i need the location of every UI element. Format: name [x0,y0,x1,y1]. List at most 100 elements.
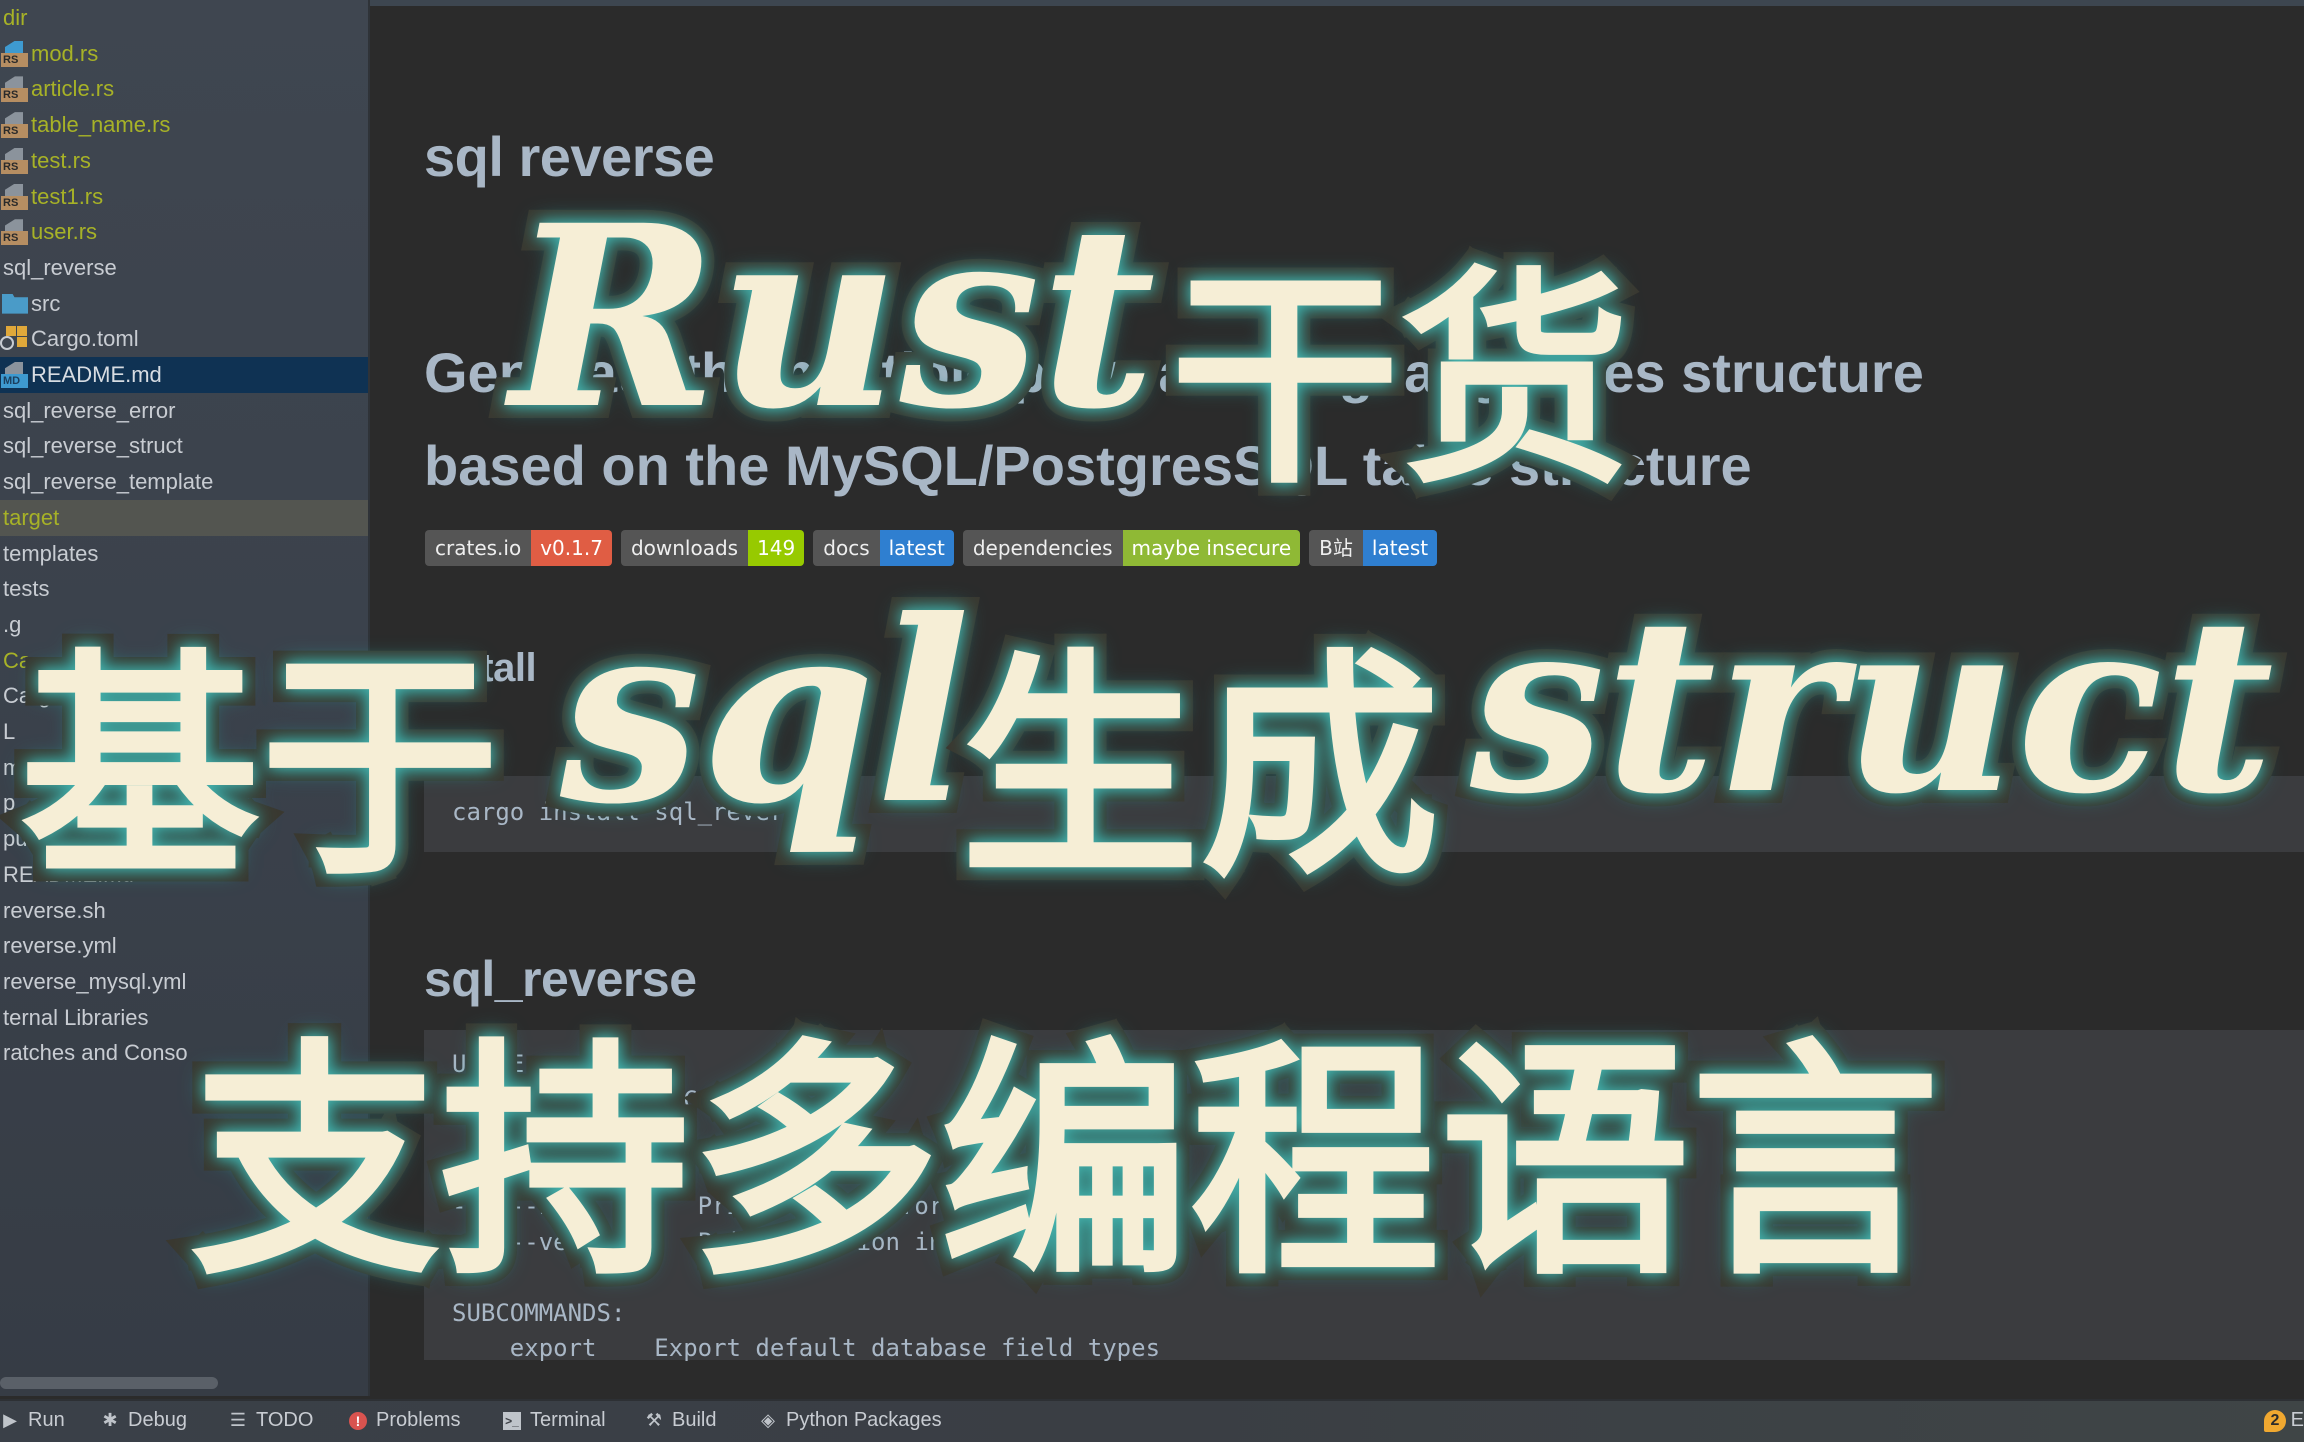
tree-item-label: target [3,504,60,530]
badge[interactable]: B站 latest [1309,530,1438,566]
tree-item[interactable]: Ca [0,643,368,679]
tree-item[interactable]: RS article.rs [0,71,368,107]
usage-code-line: USAGE: [452,1050,539,1078]
tree-item-label: README.md [31,362,162,387]
badge-key: downloads [620,530,749,566]
tool-button-label: Debug [128,1409,187,1431]
tree-item[interactable]: reverse.yml [0,928,368,964]
tool-button-python-packages[interactable]: ◈ Python Packages [758,1409,956,1432]
tree-item[interactable]: src [0,286,368,322]
badge-value: latest [879,530,954,566]
tree-item-label: sql_reverse [3,254,117,280]
cargo-file-icon [0,324,28,354]
install-heading: install [424,646,537,690]
tree-item[interactable]: sql_reverse_error [0,393,368,429]
tree-item[interactable]: RS mod.rs [0,36,368,72]
tree-item[interactable]: MD README.md [0,357,368,393]
tree-item-label: article.rs [31,76,115,102]
section-heading: sql_reverse [424,951,697,1007]
tree-item[interactable]: templates [0,536,368,572]
tree-item[interactable]: dir [0,0,368,36]
badge[interactable]: crates.io v0.1.7 [425,530,612,566]
usage-code-line: export Export default database field typ… [452,1334,1161,1362]
debug-icon: ✱ [102,1410,118,1430]
badge-value: 149 [748,530,805,566]
usage-code-line: -V, --version Prints version information [452,1227,1074,1256]
sidebar-horizontal-scrollbar[interactable] [0,1377,218,1389]
tree-item[interactable]: sql_reverse_template [0,464,368,500]
problems-icon: ! [348,1411,368,1431]
tree-item[interactable]: RS test.rs [0,143,368,179]
tree-item-label: L [3,719,16,744]
tree-item[interactable]: README.md [0,857,368,893]
tool-button-label: Build [672,1409,717,1431]
tree-item[interactable]: Cargo [0,678,368,714]
tree-item[interactable]: pu [0,821,368,857]
readme-description: Generate the multiple programming langua… [424,326,2284,512]
badge-row: crates.io v0.1.7 downloads 149 docs latest dep… [425,530,1438,566]
tree-item[interactable]: p [0,785,368,821]
tool-button-todo[interactable]: ☰ TODO [228,1409,327,1432]
folder-icon [2,293,28,314]
tool-button-build[interactable]: ⚒ Build [644,1409,730,1432]
tree-item-label: Cargo [3,683,63,709]
rust-file-icon: RS [0,74,28,104]
tree-item-label: sql_reverse_struct [3,433,183,459]
badge-key: crates.io [425,530,532,566]
tree-item[interactable]: ternal Libraries [0,1000,368,1036]
tree-item[interactable]: ratches and Conso [0,1035,368,1071]
markdown-file-icon: MD [0,360,28,390]
tree-item-label: README.md [3,861,134,887]
tree-item-label: mod.rs [31,40,99,66]
badge-key: B站 [1309,530,1363,566]
tree-item-label: reverse.yml [3,933,117,959]
usage-code-line: SUBCOMMANDS: [452,1298,626,1327]
tree-item-label: templates [3,540,99,566]
tool-button-terminal[interactable]: >_ Terminal [502,1409,620,1432]
badge[interactable]: downloads 149 [620,530,805,566]
run-icon: ▶ [3,1410,17,1430]
tree-item[interactable]: m [0,750,368,786]
event-log-count-badge[interactable]: 2 [2264,1410,2286,1432]
tool-button-problems[interactable]: ! Problems [348,1409,474,1432]
tree-item[interactable]: reverse_mysql.yml [0,964,368,1000]
tree-item-label: tests [3,576,50,602]
markdown-preview: sql reverse Generate the multiple progra… [370,6,2304,1362]
tree-item[interactable]: Cargo.toml [0,321,368,357]
badge-key: docs [813,530,880,566]
tool-button-label: Problems [376,1409,461,1431]
tool-window-bar: 2 E ▶ Run ✱ Debug ☰ TODO! Problems >_ Terminal ⚒ B… [0,1399,2304,1442]
tree-item[interactable]: L [0,714,368,750]
tree-item-label: ratches and Conso [3,1040,188,1066]
badge[interactable]: docs latest [813,530,954,566]
tree-item-label: .g [3,611,22,637]
tree-item[interactable]: sql_reverse [0,250,368,286]
tree-item-label: pu [3,826,28,852]
tool-button-run[interactable]: ▶ Run [0,1409,79,1432]
tree-item-label: sql_reverse_error [3,397,176,423]
badge[interactable]: dependencies maybe insecure [962,530,1301,566]
tree-item[interactable]: reverse.sh [0,893,368,929]
tree-item-label: user.rs [31,219,98,245]
badge-value: latest [1362,530,1438,566]
tree-item[interactable]: RS test1.rs [0,179,368,215]
badge-key: dependencies [962,530,1123,566]
tree-item-label: m [3,754,22,780]
tool-button-debug[interactable]: ✱ Debug [100,1409,201,1432]
tree-item-label: dir [3,5,28,30]
usage-code-block: USAGE: sql_reverse <SUBCOMMAND> FLAGS: -h, … [424,1030,2304,1362]
tree-item-label: Ca [3,647,32,673]
install-code-block: cargo install sql_reverse [424,776,2304,852]
tree-item[interactable]: tests [0,571,368,607]
tool-button-label: Python Packages [786,1409,942,1431]
tree-item[interactable]: RS table_name.rs [0,107,368,143]
tree-item[interactable]: target [0,499,368,536]
tree-item[interactable]: .g [0,607,368,643]
event-log-label[interactable]: E [2291,1409,2304,1432]
tree-item[interactable]: sql_reverse_struct [0,428,368,464]
readme-title: sql reverse [424,125,715,188]
tree-item[interactable]: RS user.rs [0,214,368,250]
rust-file-icon: RS [0,39,28,69]
badge-value: v0.1.7 [531,530,612,566]
build-hammer-icon: ⚒ [645,1410,663,1430]
